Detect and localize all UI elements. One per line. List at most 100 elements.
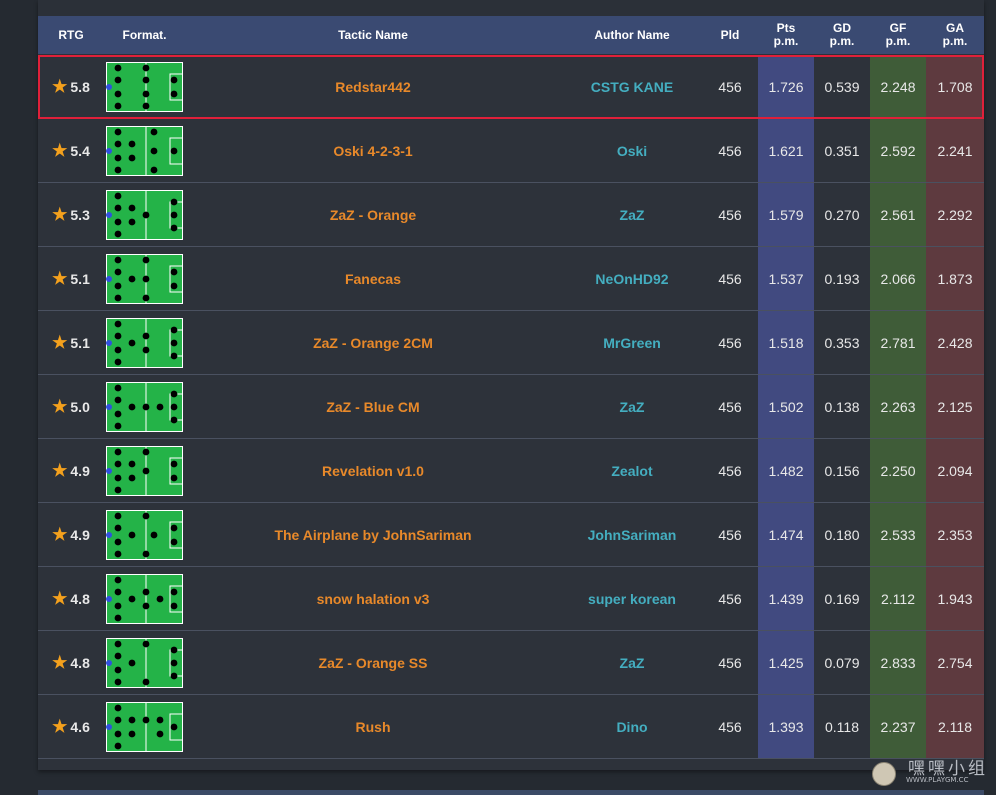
pitch-icon[interactable] — [106, 637, 183, 688]
formation-cell[interactable] — [106, 503, 183, 566]
ga-value: 1.708 — [937, 78, 973, 95]
ga-cell: 2.125 — [926, 375, 984, 438]
rating-value: 4.9 — [70, 526, 90, 543]
tactic-name-link[interactable]: Redstar442 — [233, 55, 513, 118]
pitch-icon[interactable] — [106, 189, 183, 240]
pts-value: 1.393 — [768, 718, 804, 735]
table-row[interactable]: 1.518 0.353 2.781 2.428 ★ 5.1 ZaZ - Orange 2CM… — [38, 311, 984, 375]
header-gd[interactable]: GD p.m. — [814, 16, 870, 54]
header-pts[interactable]: Pts p.m. — [758, 16, 814, 54]
pitch-icon[interactable] — [106, 509, 183, 560]
pitch-icon[interactable] — [106, 125, 183, 176]
rating-value: 5.1 — [70, 334, 90, 351]
rating-value: 5.4 — [70, 142, 90, 159]
rating-cell: ★ 5.1 — [38, 247, 104, 310]
formation-cell[interactable] — [106, 695, 183, 758]
formation-cell[interactable] — [106, 55, 183, 118]
pitch-icon[interactable] — [106, 317, 183, 368]
tactic-name-link[interactable]: snow halation v3 — [233, 567, 513, 630]
gd-value: 0.353 — [824, 334, 860, 351]
tactic-name-link[interactable]: Rush — [233, 695, 513, 758]
gd-value: 0.351 — [824, 142, 860, 159]
tactic-name-link[interactable]: The Airplane by JohnSariman — [233, 503, 513, 566]
rating-value: 5.8 — [70, 78, 90, 95]
pitch-icon[interactable] — [106, 701, 183, 752]
gf-value: 2.781 — [880, 334, 916, 351]
header-gf[interactable]: GF p.m. — [870, 16, 926, 54]
table-row[interactable]: 1.482 0.156 2.250 2.094 ★ 4.9 Revelation v1.0 Z… — [38, 439, 984, 503]
author-name-link[interactable]: Dino — [558, 695, 706, 758]
header-rtg[interactable]: RTG — [38, 16, 104, 54]
ga-cell: 2.094 — [926, 439, 984, 502]
author-name-link[interactable]: JohnSariman — [558, 503, 706, 566]
table-row[interactable]: 1.579 0.270 2.561 2.292 ★ 5.3 ZaZ - Orange ZaZ 4… — [38, 183, 984, 247]
formation-cell[interactable] — [106, 567, 183, 630]
table-row[interactable]: 1.621 0.351 2.592 2.241 ★ 5.4 Oski 4-2-3-1 Oski… — [38, 119, 984, 183]
gf-cell: 2.781 — [870, 311, 926, 374]
pts-cell: 1.439 — [758, 567, 814, 630]
header-format[interactable]: Format. — [106, 16, 183, 54]
author-name-link[interactable]: MrGreen — [558, 311, 706, 374]
gf-cell: 2.250 — [870, 439, 926, 502]
author-name-link[interactable]: ZaZ — [558, 631, 706, 694]
header-ga[interactable]: GA p.m. — [926, 16, 984, 54]
author-name-link[interactable]: ZaZ — [558, 375, 706, 438]
tactic-name-link[interactable]: ZaZ - Orange SS — [233, 631, 513, 694]
rating-cell: ★ 4.8 — [38, 567, 104, 630]
formation-cell[interactable] — [106, 375, 183, 438]
ga-value: 2.428 — [937, 334, 973, 351]
pitch-icon[interactable] — [106, 253, 183, 304]
gf-cell: 2.237 — [870, 695, 926, 758]
gf-value: 2.066 — [880, 270, 916, 287]
ga-cell: 1.943 — [926, 567, 984, 630]
ga-value: 2.118 — [938, 718, 972, 735]
formation-cell[interactable] — [106, 183, 183, 246]
author-name-link[interactable]: super korean — [558, 567, 706, 630]
author-name-link[interactable]: Zealot — [558, 439, 706, 502]
pitch-icon[interactable] — [106, 445, 183, 496]
tactic-name-link[interactable]: Revelation v1.0 — [233, 439, 513, 502]
gd-cell: 0.351 — [814, 119, 870, 182]
table-row[interactable]: 1.502 0.138 2.263 2.125 ★ 5.0 ZaZ - Blue CM ZaZ… — [38, 375, 984, 439]
formation-cell[interactable] — [106, 311, 183, 374]
rating-value: 4.8 — [70, 654, 90, 671]
pitch-icon[interactable] — [106, 381, 183, 432]
table-row[interactable]: 1.726 0.539 2.248 1.708 ★ 5.8 Redstar442 CSTG K… — [38, 55, 984, 119]
tactic-name-link[interactable]: ZaZ - Orange — [233, 183, 513, 246]
star-icon: ★ — [52, 333, 68, 352]
pts-cell: 1.425 — [758, 631, 814, 694]
pts-cell: 1.726 — [758, 55, 814, 118]
tactic-name-link[interactable]: ZaZ - Orange 2CM — [233, 311, 513, 374]
author-name-link[interactable]: CSTG KANE — [558, 55, 706, 118]
author-name-link[interactable]: Oski — [558, 119, 706, 182]
ga-value: 1.873 — [937, 270, 973, 287]
formation-cell[interactable] — [106, 439, 183, 502]
table-row[interactable]: 1.393 0.118 2.237 2.118 ★ 4.6 Rush Dino 456 — [38, 695, 984, 759]
ga-value: 2.241 — [937, 142, 973, 159]
header-author-name[interactable]: Author Name — [558, 16, 706, 54]
gf-value: 2.533 — [880, 526, 916, 543]
table-row[interactable]: 1.439 0.169 2.112 1.943 ★ 4.8 snow halation v3… — [38, 567, 984, 631]
pts-value: 1.425 — [768, 654, 804, 671]
tactic-name-link[interactable]: Oski 4-2-3-1 — [233, 119, 513, 182]
author-name-link[interactable]: ZaZ — [558, 183, 706, 246]
author-name-link[interactable]: NeOnHD92 — [558, 247, 706, 310]
played-value: 456 — [718, 718, 742, 735]
table-row[interactable]: 1.425 0.079 2.833 2.754 ★ 4.8 ZaZ - Orange SS Z… — [38, 631, 984, 695]
pitch-icon[interactable] — [106, 573, 183, 624]
table-row[interactable]: 1.537 0.193 2.066 1.873 ★ 5.1 Fanecas NeOnHD92 4… — [38, 247, 984, 311]
rating-value: 5.1 — [70, 270, 90, 287]
formation-cell[interactable] — [106, 247, 183, 310]
gf-value: 2.250 — [880, 462, 916, 479]
next-panel-edge — [38, 790, 984, 795]
formation-cell[interactable] — [106, 631, 183, 694]
star-icon: ★ — [52, 77, 68, 96]
header-tactic-name[interactable]: Tactic Name — [233, 16, 513, 54]
tactic-name-link[interactable]: ZaZ - Blue CM — [233, 375, 513, 438]
formation-cell[interactable] — [106, 119, 183, 182]
table-row[interactable]: 1.474 0.180 2.533 2.353 ★ 4.9 The Airplane by … — [38, 503, 984, 567]
tactic-name-link[interactable]: Fanecas — [233, 247, 513, 310]
played-value: 456 — [718, 206, 742, 223]
header-pld[interactable]: Pld — [710, 16, 750, 54]
pitch-icon[interactable] — [106, 61, 183, 112]
